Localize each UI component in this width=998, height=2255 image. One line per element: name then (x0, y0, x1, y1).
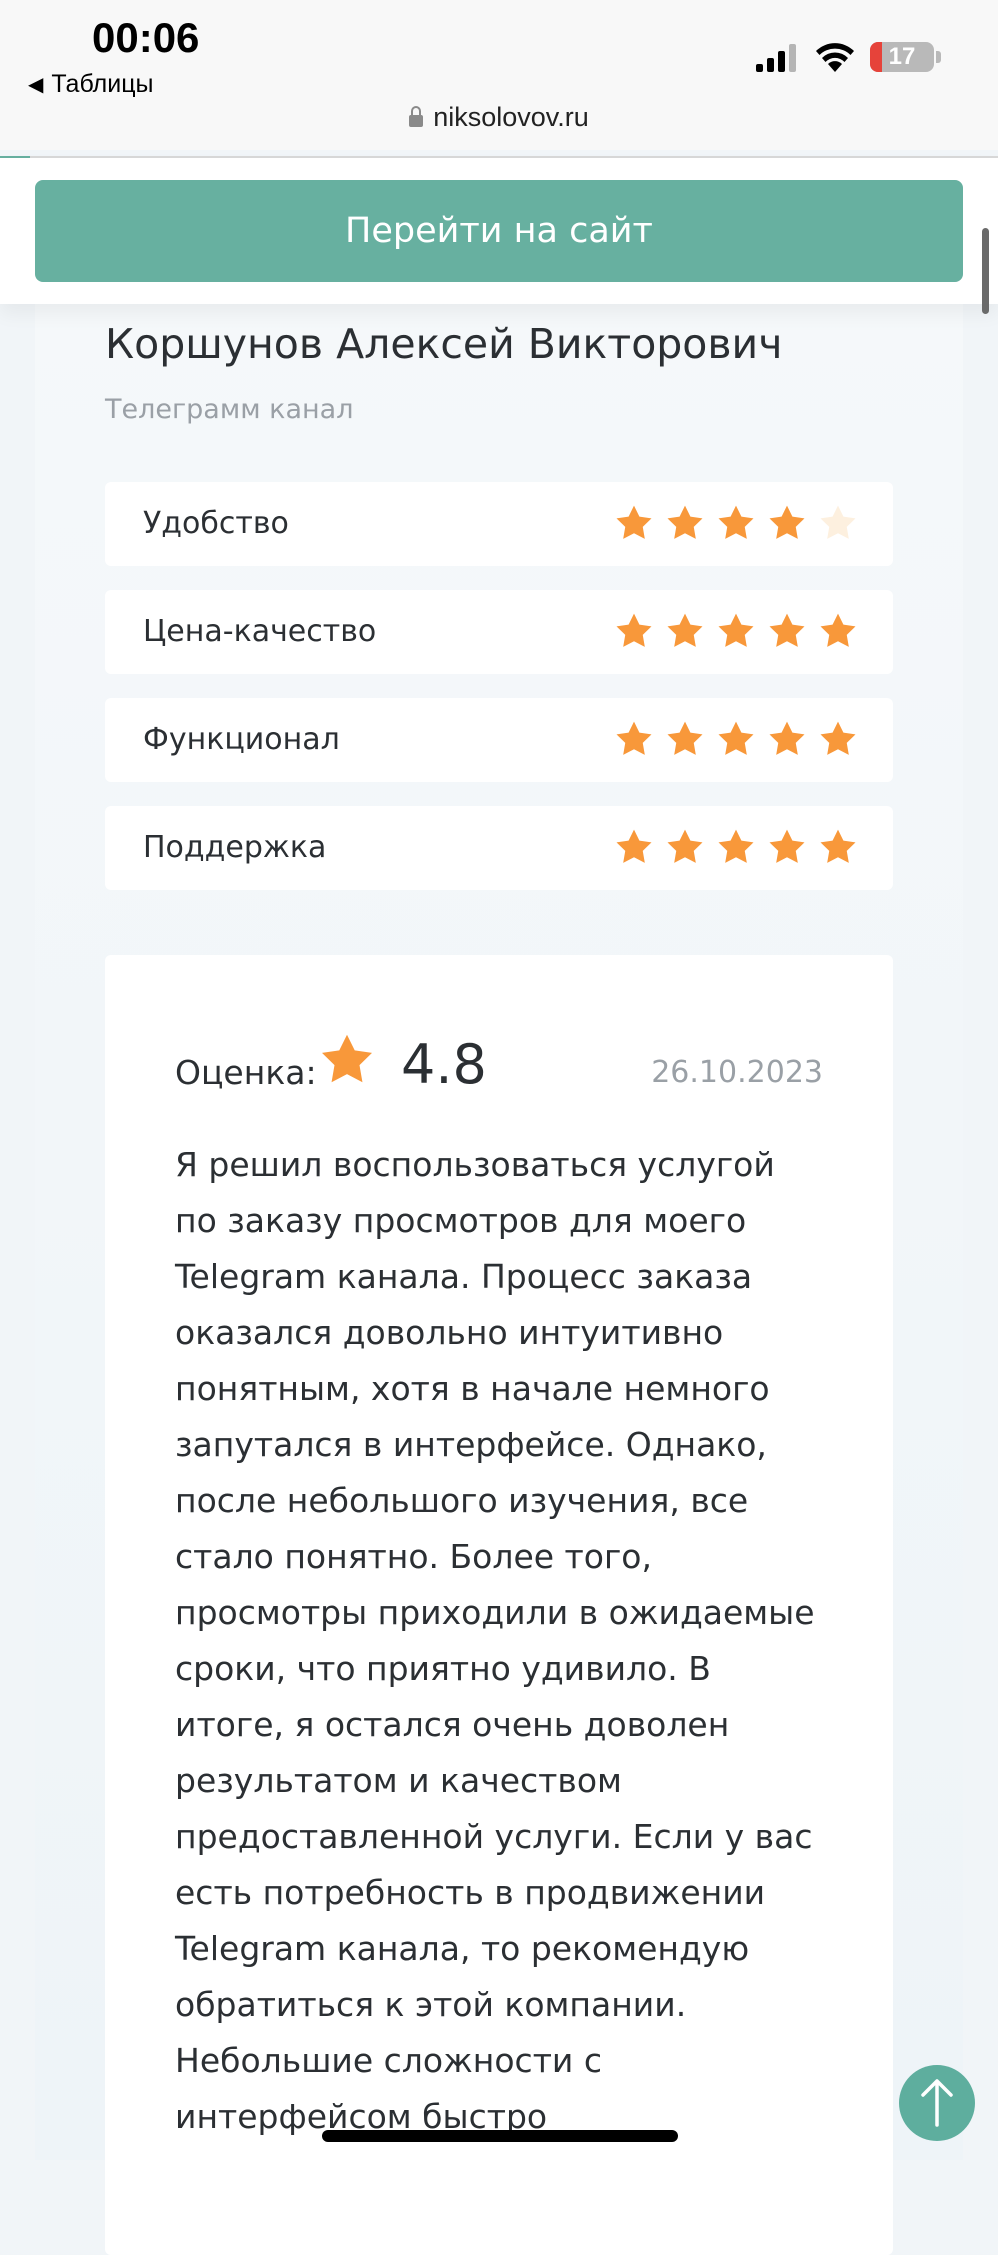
star-filled-icon (718, 505, 754, 539)
review-line: оказался довольно интуитивно (175, 1313, 724, 1352)
home-indicator[interactable] (322, 2130, 678, 2142)
score-value: 4.8 (401, 1033, 487, 1096)
wifi-icon (816, 43, 854, 72)
review-line: итоге, я остался очень доволен (175, 1705, 730, 1744)
review-line: по заказу просмотров для моего (175, 1201, 747, 1240)
star-filled-icon (718, 613, 754, 647)
star-filled-icon (667, 829, 703, 863)
review-line: результатом и качеством (175, 1761, 622, 1800)
review-author: Коршунов Алексей Викторович (105, 320, 783, 368)
review-date: 26.10.2023 (651, 1055, 823, 1090)
star-rating (613, 719, 859, 761)
review-line: предоставленной услуги. Если у вас (175, 1817, 813, 1856)
review-line: Я решил воспользоваться услугой (175, 1145, 775, 1184)
star-filled-icon (718, 829, 754, 863)
star-filled-icon (769, 505, 805, 539)
review-text: Я решил воспользоваться услугой по заказ… (175, 1137, 845, 2145)
star-filled-icon (820, 721, 856, 755)
review-line: после небольшого изучения, все (175, 1481, 749, 1520)
sticky-cta-bar: Перейти на сайт (0, 158, 998, 304)
rating-row: Цена-качество (105, 590, 893, 674)
review-line: Telegram канала, то рекомендую (175, 1929, 750, 1968)
back-triangle-icon: ◀ (28, 74, 44, 96)
scroll-to-top-button[interactable] (899, 2065, 975, 2141)
review-line: просмотры приходили в ожидаемые (175, 1593, 815, 1632)
status-time: 00:06 (92, 14, 200, 61)
star-filled-icon (718, 721, 754, 755)
url-text: niksolovov.ru (433, 102, 589, 132)
rating-label: Удобство (143, 506, 289, 541)
star-filled-icon (667, 721, 703, 755)
status-bar: 00:06 ◀ Таблицы 17 niksolovov.ru (0, 0, 998, 170)
review-line: Telegram канала. Процесс заказа (175, 1257, 753, 1296)
star-rating (613, 827, 859, 869)
score-label: Оценка: (175, 1053, 317, 1092)
lock-icon (409, 106, 424, 127)
back-app-label: Таблицы (51, 70, 154, 98)
battery-icon: 17 (870, 42, 934, 72)
rating-row: Поддержка (105, 806, 893, 890)
star-filled-icon (616, 505, 652, 539)
battery-cap (936, 51, 941, 63)
rating-label: Цена-качество (143, 614, 377, 649)
star-filled-icon (820, 829, 856, 863)
star-icon (322, 1034, 372, 1083)
star-filled-icon (616, 829, 652, 863)
cellular-signal-icon (756, 44, 796, 72)
review-source: Телеграмм канал (105, 394, 354, 425)
star-filled-icon (820, 613, 856, 647)
rating-label: Поддержка (143, 830, 327, 865)
star-rating (613, 611, 859, 653)
review-body: Оценка: 4.8 26.10.2023 Я решил воспользо… (105, 955, 893, 2255)
star-filled-icon (769, 721, 805, 755)
battery-level: 17 (888, 43, 916, 70)
review-line: Небольшие сложности с (175, 2041, 603, 2080)
arrow-up-icon (921, 2079, 953, 2127)
review-line: обратиться к этой компании. (175, 1985, 687, 2024)
star-filled-icon (667, 613, 703, 647)
back-to-app-link[interactable]: ◀ Таблицы (28, 70, 153, 99)
review-line: сроки, что приятно удивило. В (175, 1649, 711, 1688)
rating-label: Функционал (143, 722, 340, 757)
star-filled-icon (616, 721, 652, 755)
review-line: есть потребность в продвижении (175, 1873, 766, 1912)
rating-row: Удобство (105, 482, 893, 566)
review-line: стало понятно. Более того, (175, 1537, 652, 1576)
goto-site-button[interactable]: Перейти на сайт (35, 180, 963, 282)
star-rating (613, 503, 859, 545)
review-line: понятным, хотя в начале немного (175, 1369, 770, 1408)
rating-row: Функционал (105, 698, 893, 782)
address-bar[interactable]: niksolovov.ru (0, 102, 998, 133)
page-scrollbar[interactable] (982, 228, 989, 314)
star-filled-icon (769, 613, 805, 647)
review-line: запутался в интерфейсе. Однако, (175, 1425, 767, 1464)
review-card: Коршунов Алексей Викторович Телеграмм ка… (35, 290, 963, 2255)
star-filled-icon (667, 505, 703, 539)
star-filled-icon (616, 613, 652, 647)
star-filled-icon (769, 829, 805, 863)
star-empty-icon (820, 505, 856, 539)
